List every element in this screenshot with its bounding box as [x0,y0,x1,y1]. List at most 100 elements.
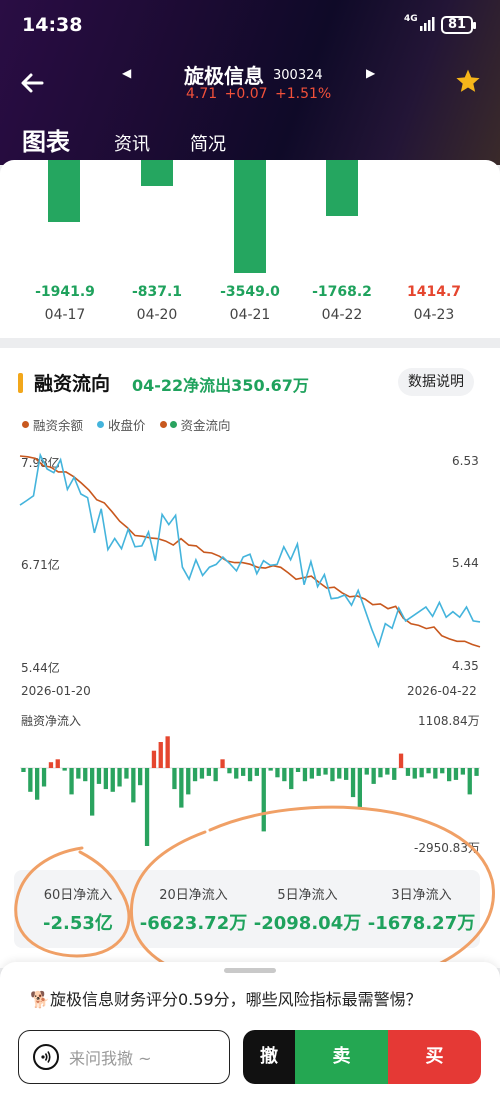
flow-date-04-22: 04-22 [321,307,363,323]
flow-bar [186,768,191,795]
flow-bar [62,768,67,771]
battery-indicator: 81 [441,16,476,34]
flow-chart-title: 融资净流入 [21,714,82,728]
flow-bar [247,768,253,782]
legend-label: 融资余额 [33,418,84,433]
summary-value: -2.53亿 [43,913,113,934]
flow-bar-04-17 [48,160,80,222]
summary-20d: 20日净流入 -6623.72万 [136,884,251,935]
flow-bar [165,736,170,768]
drag-handle[interactable] [224,968,276,973]
legend-fund-flow: 资金流向 [159,415,231,434]
tab-news[interactable]: 资讯 [114,130,150,156]
flow-bar [357,768,362,808]
flow-date-04-17: 04-17 [44,307,86,323]
x-start-label: 2026-01-20 [21,684,91,698]
voice-icon[interactable] [33,1044,59,1070]
daily-flow-card: -1941.9 -837.1 -3549.0 -1768.2 1414.7 04… [0,160,500,338]
close-price-line [19,452,481,649]
flow-bar [453,768,459,780]
tab-chart[interactable]: 图表 [22,122,70,157]
stock-name: 旋极信息 [184,64,264,88]
promo-text: 旋极信息财务评分0.59分，哪些风险指标最需警惕？ [50,990,422,1009]
page: 14:38 4G 81 ◀ 旋极信息 300324 4.71 +0.07 +1.… [0,0,500,1103]
prev-stock-icon[interactable]: ◀ [122,66,131,80]
summary-label: 20日净流入 [159,888,228,903]
flow-bar-04-21 [234,160,266,273]
next-stock-icon[interactable]: ▶ [366,66,375,80]
flow-bar [28,768,33,792]
data-info-button[interactable]: 数据说明 [398,368,474,396]
net-inflow-chart [20,736,480,846]
margin-balance-line [19,455,481,648]
flow-bar [172,768,177,790]
summary-label: 5日净流入 [277,888,338,903]
legend-label: 收盘价 [108,418,146,433]
flow-bar [103,768,108,790]
flow-bar [48,762,54,768]
status-time: 14:38 [22,14,83,36]
flow-bar [309,768,314,779]
flow-bar [110,768,115,792]
flow-bar [213,768,218,782]
flow-bar [151,750,157,768]
buy-button[interactable]: 买 [388,1030,481,1084]
flow-max-label: 1108.84万 [418,714,480,728]
flow-bar [275,768,280,778]
stock-quote: 4.71 +0.07 +1.51% [186,86,332,102]
flow-bar [289,768,294,790]
flow-bar [234,768,239,779]
cancel-order-button[interactable]: 撤 [243,1030,295,1084]
summary-panel: 60日净流入 -2.53亿 20日净流入 -6623.72万 5日净流入 -20… [14,870,480,948]
flow-bar [268,768,273,771]
flow-bar [117,768,122,787]
flow-bar [124,768,129,779]
summary-5d: 5日净流入 -2098.04万 [250,884,365,935]
dog-icon: 🐕 [30,990,50,1009]
signal-icon [420,17,435,31]
flow-bar [460,768,465,775]
network-indicator: 4G [404,14,418,24]
flow-bar [138,768,143,786]
flow-bar [302,768,308,782]
x-end-label: 2026-04-22 [407,684,477,698]
flow-bar [405,768,411,776]
flow-bar [412,768,417,779]
tab-overview[interactable]: 简况 [190,130,226,156]
flow-bar [433,768,438,779]
flow-bar [131,768,136,803]
flow-bar [76,768,81,779]
flow-bar [385,768,390,775]
flow-bar [364,768,369,775]
flow-value-04-23: 1414.7 [406,284,462,300]
flow-value-04-17: -1941.9 [35,284,95,300]
flow-value-04-20: -837.1 [131,284,183,300]
flow-bar [371,768,376,784]
summary-60d: 60日净流入 -2.53亿 [24,884,132,935]
tab-bar: 图表 资讯 简况 [22,122,266,157]
flow-bar [440,768,445,774]
flow-date-04-20: 04-20 [136,307,178,323]
ask-input[interactable]: 来问我撤 ~ [18,1030,230,1084]
flow-date-04-23: 04-23 [413,307,455,323]
summary-3d: 3日净流入 -1678.27万 [364,884,479,935]
favorite-star-icon[interactable] [455,68,481,94]
sell-button[interactable]: 卖 [295,1030,388,1084]
legend-margin-balance: 融资余额 [22,415,83,434]
flow-value-04-21: -3549.0 [220,284,280,300]
flow-bar [96,768,102,784]
flow-bar [199,768,205,779]
header: 14:38 4G 81 ◀ 旋极信息 300324 4.71 +0.07 +1.… [0,0,500,165]
flow-bar [227,768,232,774]
back-icon[interactable] [18,68,48,98]
margin-balance-chart [19,452,481,649]
flow-bar [330,768,335,782]
flow-bar [35,768,40,800]
flow-bar [254,768,259,776]
flow-bar [83,768,88,782]
flow-bar-04-20 [141,160,173,186]
margin-flow-card: 融资流向 04-22净流出350.67万 数据说明 融资余额 收盘价 资金流向 … [0,348,500,968]
promo-banner[interactable]: 🐕旋极信息财务评分0.59分，哪些风险指标最需警惕？ [30,986,480,1010]
flow-bar [261,768,266,832]
flow-bar [426,768,431,774]
